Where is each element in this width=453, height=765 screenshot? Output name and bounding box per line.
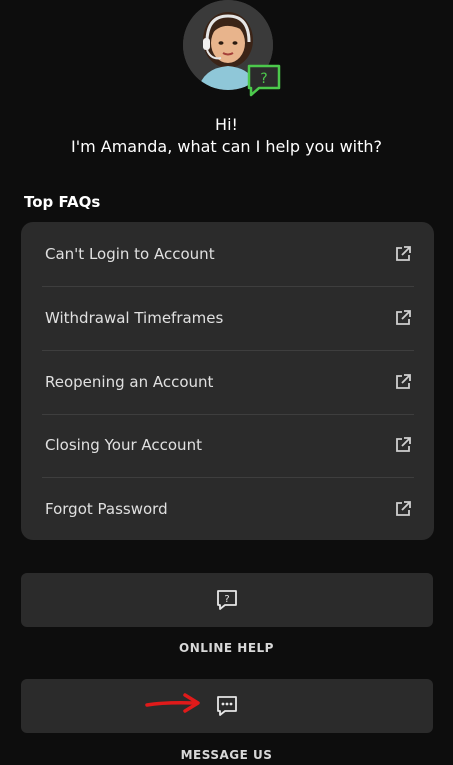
faq-item-label: Can't Login to Account	[45, 244, 215, 263]
external-link-icon	[396, 309, 411, 325]
faq-item-label: Closing Your Account	[45, 435, 202, 454]
help-badge-icon: ?	[247, 64, 281, 98]
message-us-button[interactable]	[21, 679, 433, 733]
help-chat-icon: ?	[217, 590, 237, 610]
faq-item-label: Forgot Password	[45, 499, 168, 518]
faq-item-withdrawal[interactable]: Withdrawal Timeframes	[42, 286, 414, 349]
online-help-button[interactable]: ?	[21, 573, 433, 627]
svg-text:?: ?	[224, 594, 229, 605]
assistant-avatar: ?	[183, 0, 283, 100]
faq-item-forgot-password[interactable]: Forgot Password	[42, 477, 414, 540]
external-link-icon	[396, 436, 411, 452]
greeting-hi: Hi!	[215, 115, 238, 134]
faq-item-label: Withdrawal Timeframes	[45, 308, 224, 327]
online-help-label: ONLINE HELP	[179, 641, 274, 655]
faq-item-label: Reopening an Account	[45, 372, 214, 391]
annotation-arrow-icon	[145, 693, 200, 713]
svg-text:?: ?	[260, 71, 267, 87]
external-link-icon	[396, 500, 411, 516]
faq-section-title: Top FAQs	[24, 193, 101, 211]
external-link-icon	[396, 373, 411, 389]
message-dots-icon	[217, 696, 237, 716]
faq-list: Can't Login to Account Withdrawal Timefr…	[21, 222, 434, 540]
message-us-label: MESSAGE US	[180, 748, 273, 762]
faq-item-cant-login[interactable]: Can't Login to Account	[42, 222, 414, 285]
faq-item-closing[interactable]: Closing Your Account	[42, 413, 414, 476]
faq-item-reopening[interactable]: Reopening an Account	[42, 350, 414, 413]
greeting-intro: I'm Amanda, what can I help you with?	[70, 137, 382, 156]
greeting: Hi! I'm Amanda, what can I help you with…	[0, 114, 453, 158]
external-link-icon	[396, 245, 411, 261]
